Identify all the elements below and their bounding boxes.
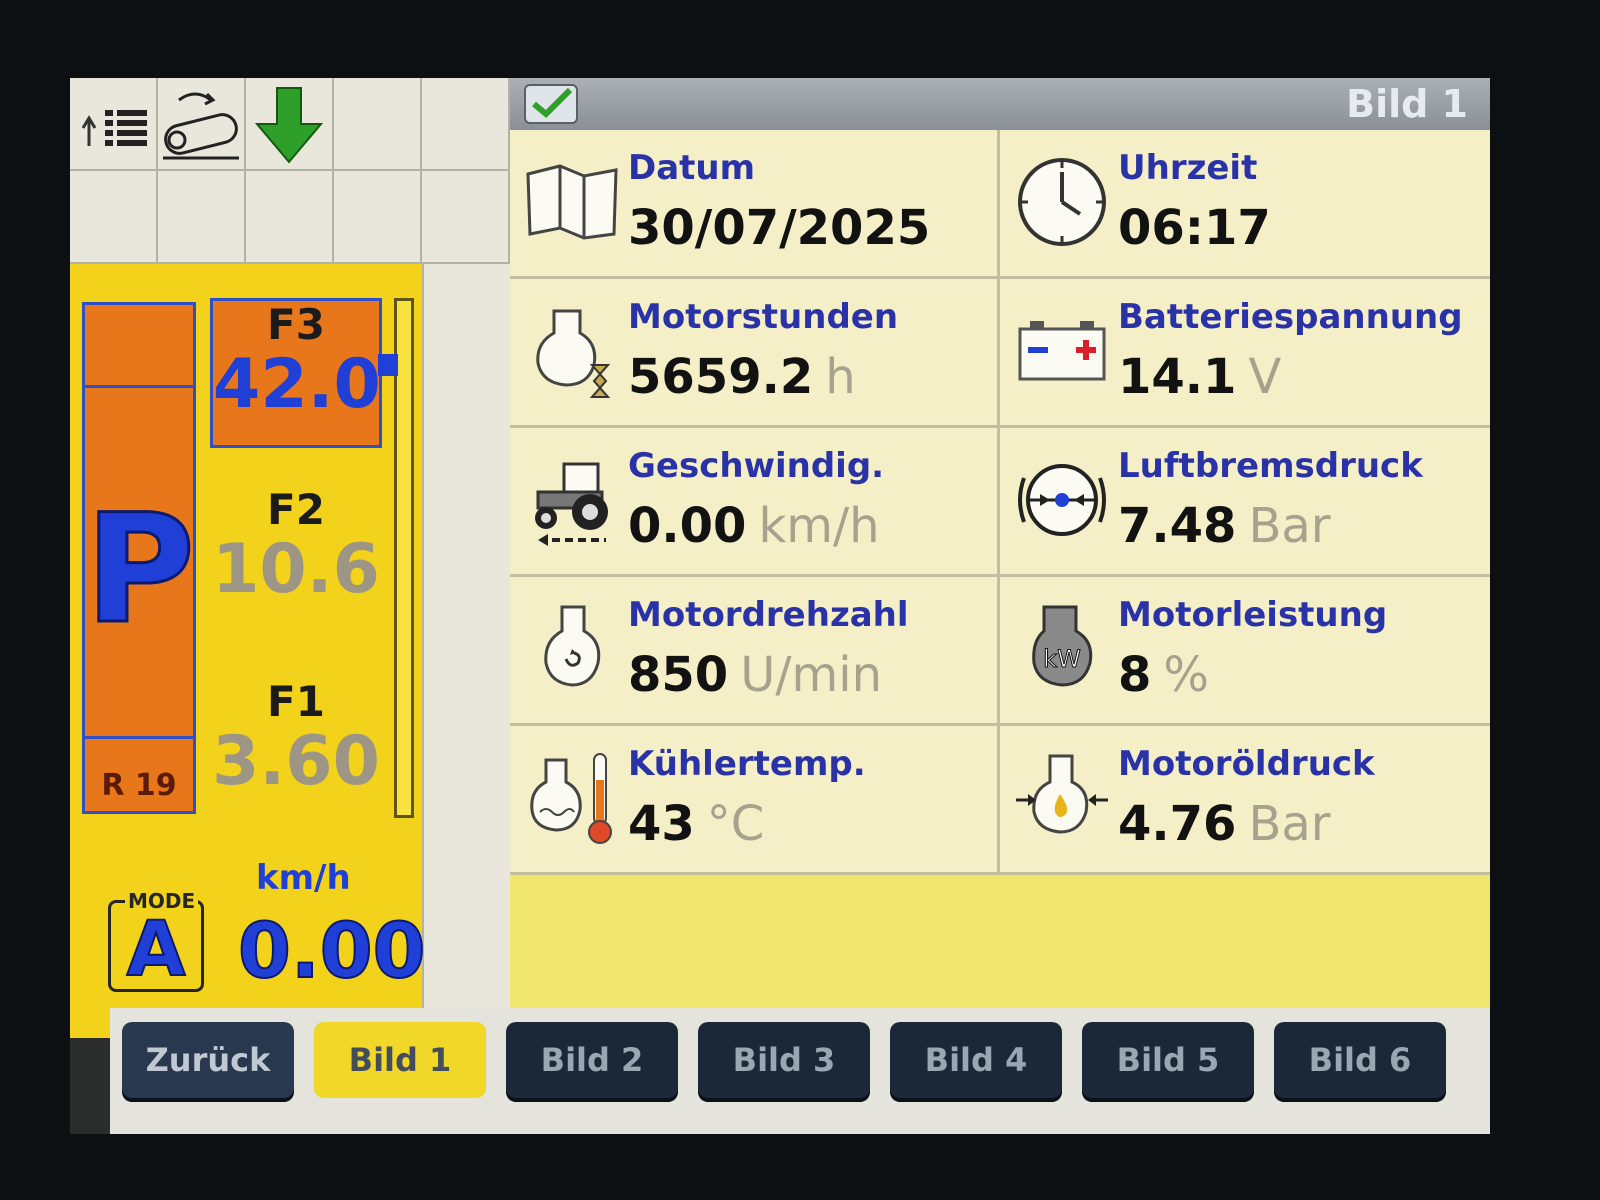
belt-drive-button[interactable]: [158, 78, 246, 171]
info-value: 8%: [1118, 647, 1210, 703]
info-engine-hours: Motorstunden 5659.2 h: [510, 279, 1000, 425]
tractor-icon: [535, 462, 608, 546]
map-icon: [526, 164, 618, 240]
info-date: Datum 30/07/2025: [510, 130, 1000, 276]
speed-value: 0.00: [237, 905, 427, 996]
belt-drive-icon: [163, 92, 239, 159]
info-label: Luftbremsdruck: [1118, 446, 1423, 486]
engine-rpm-icon: [544, 605, 601, 687]
empty-slot: [422, 78, 510, 171]
info-label: Motorstunden: [628, 297, 899, 337]
title-bar: Bild 1: [510, 78, 1490, 130]
gear-speed: 10.6: [212, 530, 380, 609]
info-panel: Bild 1 Datum 30/07/2025 Uhrzeit 06:17 Mo…: [510, 78, 1490, 1038]
info-value: 0.00 km/h: [628, 498, 880, 554]
info-engine-rpm: Motordrehzahl 850 U/min: [510, 577, 1000, 723]
info-value: 850 U/min: [628, 647, 883, 703]
info-label: Uhrzeit: [1118, 148, 1258, 188]
gear-f1: F1 3.60: [210, 678, 382, 798]
info-engine-power: kW Motorleistung 8%: [1000, 577, 1490, 723]
info-oil-pressure: Motoröldruck 4.76 Bar: [1000, 726, 1490, 872]
info-air-brake: Luftbremsdruck 7.48 Bar: [1000, 428, 1490, 574]
info-value: 06:17: [1118, 200, 1271, 256]
tab-bild-4[interactable]: Bild 4: [890, 1022, 1062, 1098]
speed-unit: km/h: [256, 858, 351, 898]
gear-name: F1: [267, 677, 325, 726]
info-value: 30/07/2025: [628, 200, 931, 256]
clock-icon: [1018, 158, 1106, 246]
icon-toolbar: [70, 78, 510, 264]
tab-bild-5[interactable]: Bild 5: [1082, 1022, 1254, 1098]
info-battery: Batteriespannung 14.1 V: [1000, 279, 1490, 425]
empty-slot: [334, 171, 422, 264]
info-value: 4.76 Bar: [1118, 796, 1331, 852]
confirm-button[interactable]: [524, 84, 578, 124]
gear-f2: F2 10.6: [210, 486, 382, 606]
list-up-icon: [81, 109, 147, 146]
display-screen: P R 19 F3 42.0 F2 10.6 F1 3.60 MODE A km…: [70, 78, 1490, 1134]
info-value: 14.1 V: [1118, 349, 1282, 405]
engine-hours-icon: [536, 309, 611, 398]
empty-slot: [246, 171, 334, 264]
gear-f3: F3 42.0: [210, 298, 382, 448]
park-indicator: P R 19: [82, 302, 196, 814]
gear-name: F2: [267, 485, 325, 534]
side-strip: [422, 264, 512, 1038]
info-label: Motorleistung: [1118, 595, 1388, 635]
info-value: 5659.2 h: [628, 349, 856, 405]
reverse-gear-label: R 19: [101, 768, 177, 803]
tab-bild-1[interactable]: Bild 1: [314, 1022, 486, 1098]
arrow-down-icon: [254, 86, 324, 164]
tab-bar: Zurück Bild 1 Bild 2 Bild 3 Bild 4 Bild …: [110, 1008, 1490, 1134]
info-label: Geschwindig.: [628, 446, 885, 486]
park-letter: P: [84, 483, 197, 657]
info-label: Datum: [628, 148, 756, 188]
oil-pressure-icon: [1016, 754, 1108, 834]
info-grid: Datum 30/07/2025 Uhrzeit 06:17 Motorstun…: [510, 130, 1490, 875]
info-label: Kühlertemp.: [628, 744, 866, 784]
info-label: Batteriespannung: [1118, 297, 1463, 337]
info-value: 7.48 Bar: [1118, 498, 1331, 554]
info-label: Motoröldruck: [1118, 744, 1375, 784]
gear-speed: 3.60: [212, 722, 380, 801]
gear-speed: 42.0: [213, 345, 381, 424]
info-speed: Geschwindig. 0.00 km/h: [510, 428, 1000, 574]
mode-value: A: [126, 904, 187, 993]
mode-indicator: MODE A: [108, 889, 204, 993]
checkmark-icon: [532, 87, 573, 119]
left-panel: P R 19 F3 42.0 F2 10.6 F1 3.60 MODE A km…: [70, 78, 512, 1038]
page-title: Bild 1: [1346, 82, 1468, 126]
shift-list-button[interactable]: [70, 78, 158, 171]
info-time: Uhrzeit 06:17: [1000, 130, 1490, 276]
lower-button[interactable]: [246, 78, 334, 171]
engine-power-icon: kW: [1032, 605, 1093, 687]
gear-range-bar: [394, 298, 414, 818]
info-label: Motordrehzahl: [628, 595, 909, 635]
empty-slot: [334, 78, 422, 171]
back-button[interactable]: Zurück: [122, 1022, 294, 1098]
tab-bild-3[interactable]: Bild 3: [698, 1022, 870, 1098]
gear-range-marker: [378, 354, 398, 376]
info-value: 43 °C: [628, 796, 765, 852]
gear-name: F3: [267, 300, 325, 349]
battery-icon: [1018, 321, 1106, 381]
empty-slot: [158, 171, 246, 264]
svg-text:kW: kW: [1043, 645, 1081, 673]
info-coolant-temp: Kühlertemp. 43 °C: [510, 726, 1000, 872]
transmission-panel: P R 19 F3 42.0 F2 10.6 F1 3.60 MODE A km…: [70, 264, 427, 1038]
air-brake-icon: [1018, 464, 1106, 536]
empty-slot: [70, 171, 158, 264]
coolant-temp-icon: [530, 753, 612, 844]
tab-bild-2[interactable]: Bild 2: [506, 1022, 678, 1098]
tab-bild-6[interactable]: Bild 6: [1274, 1022, 1446, 1098]
empty-slot: [422, 171, 510, 264]
